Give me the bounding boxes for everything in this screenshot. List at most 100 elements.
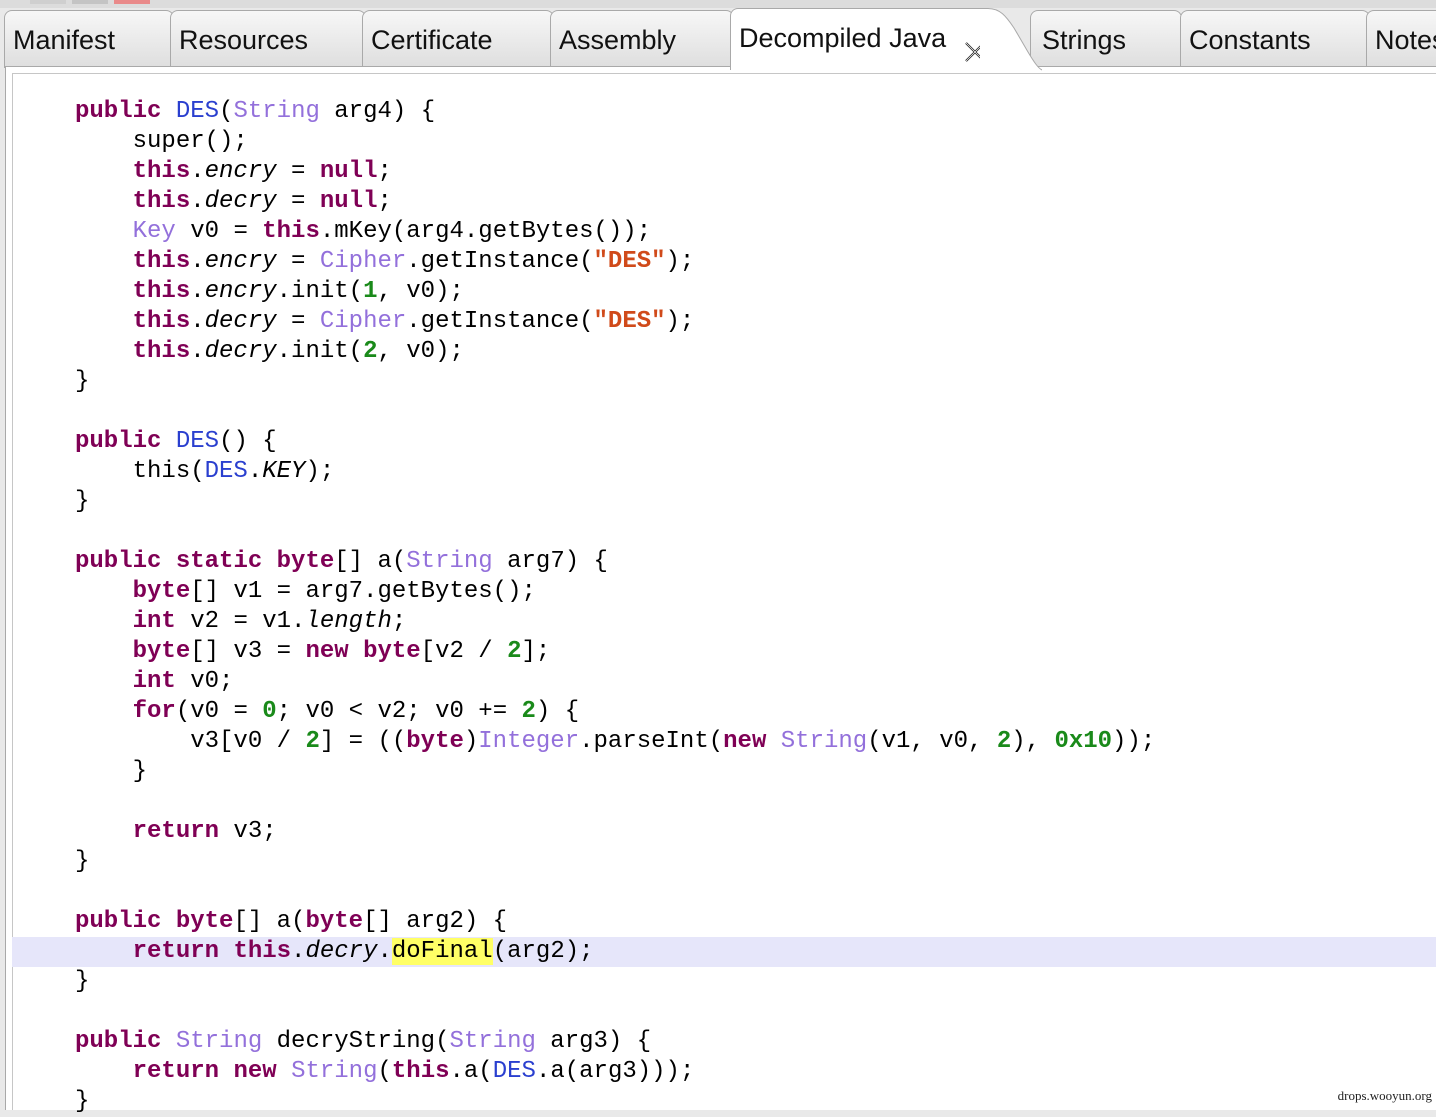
code-token: 2: [521, 698, 536, 725]
code-token: v0;: [175, 668, 234, 695]
code-token: length: [305, 608, 392, 635]
tab-manifest[interactable]: Manifest: [4, 10, 174, 68]
code-token: this(: [75, 458, 205, 485]
code-token: , v0);: [377, 278, 464, 305]
code-token: this: [132, 278, 191, 305]
code-token: this: [391, 1058, 450, 1085]
tab-notes[interactable]: Notes: [1366, 10, 1436, 68]
code-token: DES: [175, 428, 220, 455]
code-token: return: [132, 1058, 220, 1085]
code-token: .: [291, 938, 306, 965]
code-token: .: [190, 278, 205, 305]
tab-assembly[interactable]: Assembly: [550, 10, 734, 68]
code-token: DES: [175, 98, 220, 125]
code-line: return new String(this.a(DES.a(arg3)));: [75, 1057, 1155, 1087]
code-line: this.decry = Cipher.getInstance("DES");: [75, 307, 1155, 337]
code-token: decryString(: [262, 1028, 450, 1055]
code-token: decry: [204, 338, 277, 365]
code-token: ));: [1112, 728, 1156, 755]
code-line: public String decryString(String arg3) {: [75, 1027, 1155, 1057]
tab-strings[interactable]: Strings: [1030, 10, 1182, 68]
code-token: new: [305, 638, 349, 665]
code-token: "DES": [593, 308, 666, 335]
code-token: ;: [391, 608, 407, 635]
code-token: 2: [363, 338, 378, 365]
code-line: }: [75, 367, 1155, 397]
code-line: }: [75, 757, 1155, 787]
code-line: public DES(String arg4) {: [75, 97, 1155, 127]
tab-label: Decompiled Java: [739, 23, 947, 53]
code-token: );: [305, 458, 335, 485]
window-control[interactable]: [72, 0, 108, 4]
code-token: null: [319, 188, 378, 215]
code-token: return: [132, 938, 220, 965]
code-token: encry: [204, 248, 277, 275]
code-token: ),: [1011, 728, 1055, 755]
code-token: decry: [305, 938, 378, 965]
tab-resources[interactable]: Resources: [170, 10, 366, 68]
code-token: public: [75, 908, 162, 935]
code-token: byte: [363, 638, 421, 665]
window-control[interactable]: [30, 0, 66, 4]
code-token: arg7) {: [492, 548, 608, 575]
code-token: [] v3 =: [190, 638, 306, 665]
code-token: arg3) {: [535, 1028, 652, 1055]
tab-constants[interactable]: Constants: [1180, 10, 1370, 68]
code-token: .parseInt(: [579, 728, 724, 755]
code-token: , v0);: [377, 338, 464, 365]
code-token: () {: [219, 428, 277, 455]
code-token: (arg2);: [492, 938, 594, 965]
code-token: this: [132, 158, 191, 185]
code-line: super();: [75, 127, 1155, 157]
code-line: this.encry = null;: [75, 157, 1155, 187]
code-token: null: [319, 158, 378, 185]
code-token: =: [276, 248, 320, 275]
code-line: byte[] v3 = new byte[v2 / 2];: [75, 637, 1155, 667]
code-line: this.encry = Cipher.getInstance("DES");: [75, 247, 1155, 277]
code-line: }: [75, 487, 1155, 517]
code-token: decry: [204, 308, 277, 335]
code-line: this.decry = null;: [75, 187, 1155, 217]
code-token: .: [190, 308, 205, 335]
code-token: [v2 /: [420, 638, 508, 665]
tab-decompiled-java[interactable]: Decompiled Java: [730, 8, 1042, 71]
code-token: ; v0 < v2; v0 +=: [276, 698, 522, 725]
code-line: this(DES.KEY);: [75, 457, 1155, 487]
code-token: [] v1 = arg7.getBytes();: [190, 578, 536, 605]
code-token: return: [132, 818, 220, 845]
code-line: v3[v0 / 2] = ((byte)Integer.parseInt(new…: [75, 727, 1155, 757]
tab-label: Manifest: [13, 25, 116, 55]
code-token: 2: [305, 728, 320, 755]
code-token: v3;: [219, 818, 277, 845]
tab-label: Certificate: [371, 25, 493, 55]
window-control[interactable]: [114, 0, 150, 4]
code-token: );: [665, 248, 695, 275]
code-token: (: [219, 98, 234, 125]
code-token: ): [463, 728, 479, 755]
code-token: }: [75, 758, 148, 785]
code-token: this: [132, 248, 191, 275]
code-line: public DES() {: [75, 427, 1155, 457]
code-token: doFinal: [391, 938, 493, 965]
tab-certificate[interactable]: Certificate: [362, 10, 554, 68]
code-token: DES: [492, 1058, 536, 1085]
code-line: }: [75, 1087, 1155, 1117]
code-token: this: [132, 308, 191, 335]
code-token: =: [276, 308, 320, 335]
code-token: String: [233, 98, 320, 125]
code-token: public: [75, 1028, 162, 1055]
tab-label: Resources: [179, 25, 309, 55]
decompiled-java-code[interactable]: public DES(String arg4) { super(); this.…: [75, 97, 1155, 1117]
